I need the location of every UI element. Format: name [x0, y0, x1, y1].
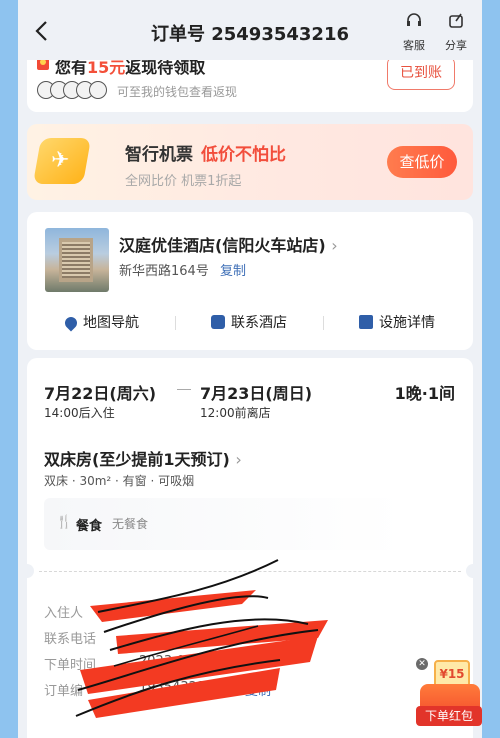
- floating-red-packet[interactable]: ✕ ¥15 下单红包: [416, 650, 482, 738]
- order-red-packet-label: 下单红包: [416, 706, 482, 726]
- close-icon[interactable]: ✕: [416, 658, 428, 670]
- order-detail-screen: 订单号 25493543216 客服 分享 您有15元返现待领取 可至我的钱包查…: [18, 0, 482, 738]
- redaction-scribble: [75, 559, 328, 718]
